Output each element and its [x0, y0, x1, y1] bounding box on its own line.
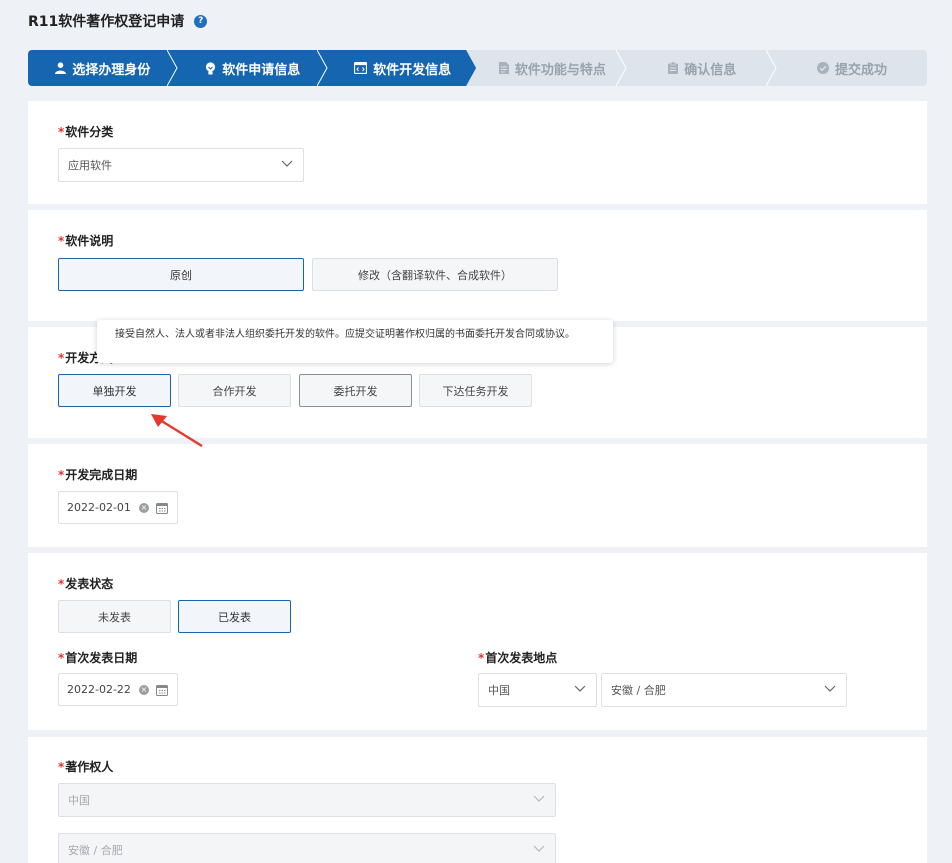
- section-copyright-owner: *著作权人 中国 安徽 / 合肥: [28, 737, 927, 863]
- owner-country-select: 中国: [58, 783, 556, 817]
- field-label: *首次发表日期: [58, 651, 138, 665]
- completion-date-picker[interactable]: 2022-02-01 ×: [58, 491, 178, 524]
- select-value: 安徽 / 合肥: [68, 844, 123, 857]
- clear-icon[interactable]: ×: [139, 503, 149, 513]
- publish-option-unpublished[interactable]: 未发表: [58, 600, 171, 633]
- step-label: 软件开发信息: [373, 62, 452, 78]
- step-confirm-info[interactable]: 确认信息: [627, 50, 778, 86]
- section-completion-date: *开发完成日期 2022-02-01 ×: [28, 444, 927, 547]
- dev-option-commissioned[interactable]: 委托开发: [299, 374, 412, 407]
- field-label: *软件说明: [58, 234, 114, 248]
- step-label: 确认信息: [684, 62, 737, 78]
- step-label: 提交成功: [835, 62, 888, 78]
- step-label: 选择办理身份: [72, 62, 151, 78]
- date-value: 2022-02-01: [67, 501, 131, 514]
- publish-city-select[interactable]: 安徽 / 合肥: [601, 673, 847, 707]
- dev-option-assigned-task[interactable]: 下达任务开发: [419, 374, 532, 407]
- step-label: 软件功能与特点: [514, 62, 606, 78]
- select-value: 中国: [488, 684, 510, 697]
- chevron-down-icon: [574, 685, 586, 692]
- calendar-icon[interactable]: [156, 684, 168, 696]
- field-label: *首次发表地点: [478, 651, 558, 665]
- section-software-category: *软件分类 应用软件: [28, 101, 927, 204]
- publish-option-published[interactable]: 已发表: [178, 600, 291, 633]
- section-publish-status: *发表状态 未发表 已发表 *首次发表日期 2022-02-22 × *首次发表…: [28, 553, 927, 730]
- step-application-info[interactable]: 软件申请信息: [177, 50, 328, 86]
- first-publish-date-picker[interactable]: 2022-02-22 ×: [58, 673, 178, 706]
- field-label: *著作权人: [58, 760, 114, 774]
- step-label: 软件申请信息: [222, 62, 301, 78]
- owner-city-select: 安徽 / 合肥: [58, 833, 556, 863]
- dev-option-solo[interactable]: 单独开发: [58, 374, 171, 407]
- chevron-down-icon: [824, 685, 836, 692]
- question-circle-icon[interactable]: ?: [194, 14, 208, 28]
- check-circle-icon: [817, 62, 830, 74]
- page-title: R11软件著作权登记申请: [28, 14, 185, 30]
- section-software-description: *软件说明 原创 修改（含翻译软件、合成软件）: [28, 210, 927, 321]
- clipboard-icon: [668, 62, 679, 74]
- software-category-select[interactable]: 应用软件: [58, 148, 304, 182]
- calendar-icon[interactable]: [156, 502, 168, 514]
- chevron-down-icon: [533, 845, 545, 852]
- bulb-icon: [205, 61, 216, 75]
- description-option-original[interactable]: 原创: [58, 258, 304, 291]
- step-development-info[interactable]: 软件开发信息: [327, 50, 479, 86]
- user-icon: [55, 62, 67, 74]
- field-label: *发表状态: [58, 577, 114, 591]
- step-submit-success[interactable]: 提交成功: [777, 50, 927, 86]
- step-select-identity[interactable]: 选择办理身份: [28, 50, 178, 86]
- publish-country-select[interactable]: 中国: [478, 673, 597, 707]
- select-value: 安徽 / 合肥: [611, 684, 666, 697]
- step-function-features[interactable]: 软件功能与特点: [477, 50, 628, 86]
- date-value: 2022-02-22: [67, 683, 131, 696]
- field-label: *开发完成日期: [58, 468, 138, 482]
- chevron-down-icon: [533, 795, 545, 802]
- clear-icon[interactable]: ×: [139, 685, 149, 695]
- code-window-icon: [354, 62, 368, 74]
- red-arrow-icon: [151, 414, 203, 448]
- select-value: 中国: [68, 794, 90, 807]
- chevron-down-icon: [281, 160, 293, 167]
- select-value: 应用软件: [68, 159, 112, 172]
- description-option-modified[interactable]: 修改（含翻译软件、合成软件）: [312, 258, 558, 291]
- commissioned-dev-tooltip: 接受自然人、法人或者非法人组织委托开发的软件。应提交证明著作权归属的书面委托开发…: [97, 320, 613, 363]
- field-label: *软件分类: [58, 125, 114, 139]
- page-header: R11软件著作权登记申请 ?: [28, 10, 208, 32]
- progress-steps: 选择办理身份 软件申请信息 软件开发信息 软件功能与特点 确认信息 提交成功: [28, 50, 927, 86]
- dev-option-cooperative[interactable]: 合作开发: [178, 374, 291, 407]
- document-icon: [498, 62, 509, 74]
